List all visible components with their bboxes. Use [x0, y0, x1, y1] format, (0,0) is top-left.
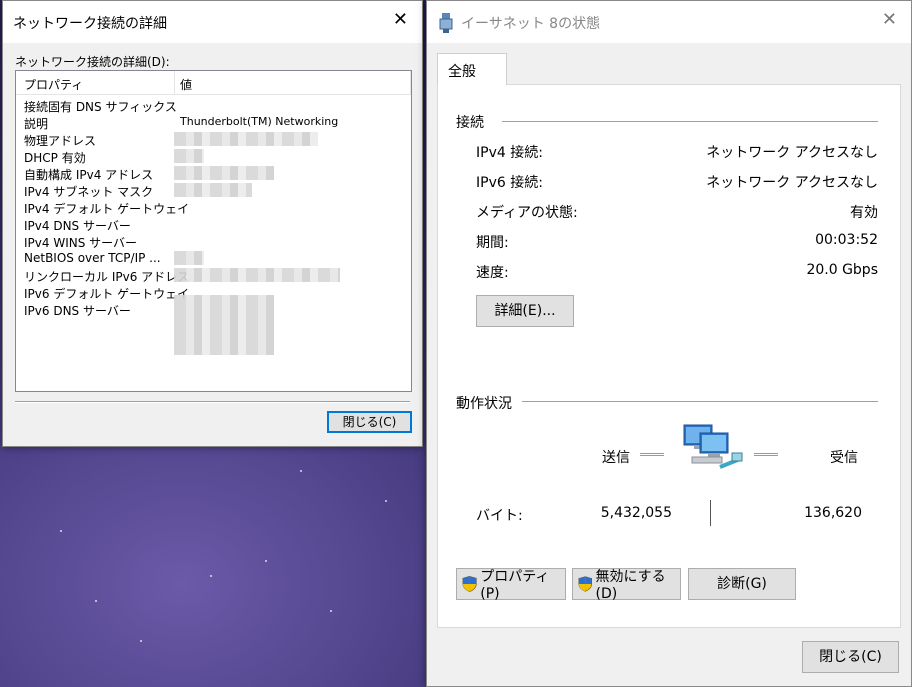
group-divider [502, 121, 878, 122]
property-name: IPv6 DNS サーバー [24, 304, 131, 318]
list-header: プロパティ 値 [16, 71, 411, 95]
tab-panel-general: 接続 IPv4 接続: ネットワーク アクセスなし IPv6 接続: ネットワー… [437, 84, 901, 628]
redacted-value [174, 166, 274, 180]
bytes-received-value: 136,620 [804, 505, 862, 521]
title-bar[interactable]: ネットワーク接続の詳細 ✕ [3, 1, 422, 43]
star [330, 610, 332, 612]
redacted-value [174, 132, 318, 146]
column-header-property[interactable]: プロパティ [24, 76, 83, 93]
property-name: NetBIOS over TCP/IP ... [24, 251, 161, 265]
star [385, 500, 387, 502]
star [140, 640, 142, 642]
divider [15, 401, 410, 403]
property-value: Thunderbolt(TM) Networking [180, 115, 339, 128]
list-item[interactable]: 説明 Thunderbolt(TM) Networking [16, 114, 411, 131]
list-item[interactable]: IPv4 DNS サーバー [16, 216, 411, 233]
network-details-dialog: ネットワーク接続の詳細 ✕ ネットワーク接続の詳細(D): プロパティ 値 接続… [2, 0, 423, 447]
disable-button[interactable]: 無効にする(D) [572, 568, 681, 602]
duration-value: 00:03:52 [815, 232, 878, 248]
ipv6-connectivity-value: ネットワーク アクセスなし [706, 175, 878, 191]
close-icon[interactable]: ✕ [882, 10, 897, 30]
list-item[interactable]: IPv6 DNS サーバー [16, 295, 411, 355]
close-button[interactable]: 閉じる(C) [802, 641, 899, 673]
group-divider [522, 401, 878, 402]
property-name: IPv4 デフォルト ゲートウェイ [24, 202, 190, 216]
property-name: IPv6 デフォルト ゲートウェイ [24, 287, 190, 301]
ipv4-connectivity-value: ネットワーク アクセスなし [706, 145, 878, 161]
dialog-title: イーサネット 8の状態 [461, 16, 601, 32]
property-name: 接続固有 DNS サフィックス [24, 100, 177, 114]
media-state-label: メディアの状態: [476, 205, 578, 221]
connection-group-label: 接続 [456, 112, 488, 132]
ethernet-status-dialog: イーサネット 8の状態 ✕ 全般 接続 IPv4 接続: ネットワーク アクセス… [426, 0, 912, 687]
disable-button-label: 無効にする(D) [595, 569, 666, 602]
duration-label: 期間: [476, 235, 509, 251]
list-item[interactable]: 接続固有 DNS サフィックス [16, 97, 411, 114]
list-caption: ネットワーク接続の詳細(D): [15, 55, 170, 69]
star [95, 600, 97, 602]
property-name: リンクローカル IPv6 アドレス [24, 270, 190, 284]
star [60, 530, 62, 532]
speed-value: 20.0 Gbps [806, 262, 878, 278]
redacted-value [174, 268, 340, 282]
redacted-value [174, 149, 204, 163]
list-item[interactable]: IPv4 デフォルト ゲートウェイ [16, 199, 411, 216]
column-header-value[interactable]: 値 [180, 76, 192, 93]
close-icon[interactable]: ✕ [393, 10, 408, 30]
activity-group-label: 動作状況 [456, 393, 516, 413]
star [265, 560, 267, 562]
media-state-value: 有効 [850, 205, 878, 221]
details-button[interactable]: 詳細(E)... [476, 295, 574, 327]
properties-button[interactable]: プロパティ(P) [456, 568, 566, 602]
column-separator[interactable] [174, 71, 175, 95]
property-name: IPv4 サブネット マスク [24, 185, 154, 199]
received-activity-line [754, 453, 778, 456]
bytes-sent-value: 5,432,055 [600, 505, 672, 521]
property-name: DHCP 有効 [24, 151, 86, 165]
property-name: IPv4 DNS サーバー [24, 219, 131, 233]
property-name: 自動構成 IPv4 アドレス [24, 168, 154, 182]
shield-icon [578, 576, 592, 592]
list-item[interactable]: IPv4 サブネット マスク [16, 182, 411, 199]
dialog-title: ネットワーク接続の詳細 [13, 16, 167, 32]
list-item[interactable]: 物理アドレス [16, 131, 411, 148]
property-name: IPv4 WINS サーバー [24, 236, 138, 250]
title-bar[interactable]: イーサネット 8の状態 ✕ [427, 1, 911, 43]
shield-icon [462, 576, 477, 592]
list-item[interactable]: リンクローカル IPv6 アドレス [16, 267, 411, 284]
list-item[interactable]: DHCP 有効 [16, 148, 411, 165]
properties-button-label: プロパティ(P) [480, 569, 550, 602]
column-separator[interactable] [410, 71, 411, 95]
sent-activity-line [640, 453, 664, 456]
redacted-value [174, 295, 274, 355]
received-label: 受信 [830, 450, 858, 466]
property-name: 物理アドレス [24, 134, 97, 148]
bytes-label: バイト: [476, 508, 523, 524]
close-button[interactable]: 閉じる(C) [327, 411, 412, 433]
list-item[interactable]: IPv4 WINS サーバー [16, 233, 411, 250]
bytes-divider [710, 500, 711, 526]
list-item[interactable]: 自動構成 IPv4 アドレス [16, 165, 411, 182]
star [210, 575, 212, 577]
ipv6-connectivity-label: IPv6 接続: [476, 175, 543, 191]
redacted-value [174, 183, 252, 197]
network-computers-icon [683, 424, 743, 469]
speed-label: 速度: [476, 265, 509, 281]
tab-general[interactable]: 全般 [437, 53, 507, 85]
list-item[interactable]: NetBIOS over TCP/IP ... [16, 250, 411, 267]
diagnose-button[interactable]: 診断(G) [688, 568, 796, 600]
ipv4-connectivity-label: IPv4 接続: [476, 145, 543, 161]
sent-label: 送信 [602, 450, 630, 466]
redacted-value [174, 251, 204, 265]
property-name: 説明 [24, 117, 49, 131]
network-adapter-icon [439, 13, 453, 33]
details-listview[interactable]: プロパティ 値 接続固有 DNS サフィックス 説明 Thunderbolt(TM… [15, 70, 412, 392]
star [300, 470, 302, 472]
